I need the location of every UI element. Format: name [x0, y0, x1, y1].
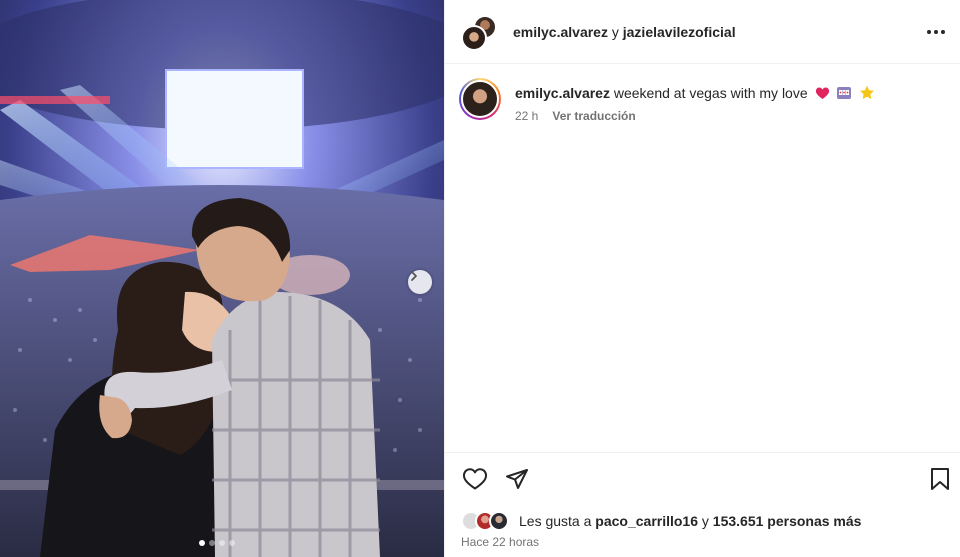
avatar: [461, 25, 487, 51]
post-timestamp[interactable]: Hace 22 horas: [461, 535, 539, 549]
collab-avatars[interactable]: [461, 15, 497, 51]
carousel-dot: [199, 540, 205, 546]
caption-meta: 22 h Ver traducción: [515, 109, 636, 123]
bookmark-icon[interactable]: [929, 467, 951, 491]
red-heart-icon: [815, 87, 829, 99]
likes-connector: y: [701, 513, 709, 529]
see-translation-link[interactable]: Ver traducción: [552, 109, 635, 123]
carousel-dot: [209, 540, 215, 546]
carousel-next-button[interactable]: [408, 270, 432, 294]
post-caption: emilyc.alvarez weekend at vegas with my …: [515, 84, 935, 102]
liker-avatars: [461, 511, 513, 531]
post-photo[interactable]: [0, 0, 444, 557]
carousel-dot: [229, 540, 235, 546]
post-header: emilyc.alvarez y jazielavilezoficial: [445, 0, 960, 64]
more-options-icon[interactable]: [927, 24, 947, 40]
caption-avatar[interactable]: [459, 78, 501, 120]
likes-prefix: Les gusta a: [519, 513, 592, 529]
concert-photo-illustration: [0, 0, 444, 557]
share-icon[interactable]: [505, 467, 529, 491]
heart-icon[interactable]: [462, 467, 488, 491]
post-actions: Les gusta a paco_carrillo16 y 153.651 pe…: [445, 452, 960, 557]
author-link[interactable]: jazielavilezoficial: [623, 24, 736, 40]
caption-text: weekend at vegas with my love: [613, 85, 808, 101]
chevron-right-icon: [411, 271, 417, 281]
carousel-dots: [199, 540, 235, 546]
caption-time: 22 h: [515, 109, 539, 123]
liker-username[interactable]: paco_carrillo16: [595, 513, 698, 529]
avatar: [489, 511, 509, 531]
caption-username[interactable]: emilyc.alvarez: [515, 85, 610, 101]
author-link[interactable]: emilyc.alvarez: [513, 24, 608, 40]
star-icon: [860, 85, 875, 99]
likes-row: Les gusta a paco_carrillo16 y 153.651 pe…: [461, 511, 861, 531]
likes-count[interactable]: 153.651 personas más: [713, 513, 862, 529]
author-separator: y: [611, 24, 619, 40]
carousel-dot: [219, 540, 225, 546]
post-authors: emilyc.alvarez y jazielavilezoficial: [513, 24, 736, 40]
post-side-panel: emilyc.alvarez y jazielavilezoficial emi…: [444, 0, 960, 557]
slot-machine-icon: [837, 87, 852, 99]
likes-text: Les gusta a paco_carrillo16 y 153.651 pe…: [519, 513, 861, 529]
